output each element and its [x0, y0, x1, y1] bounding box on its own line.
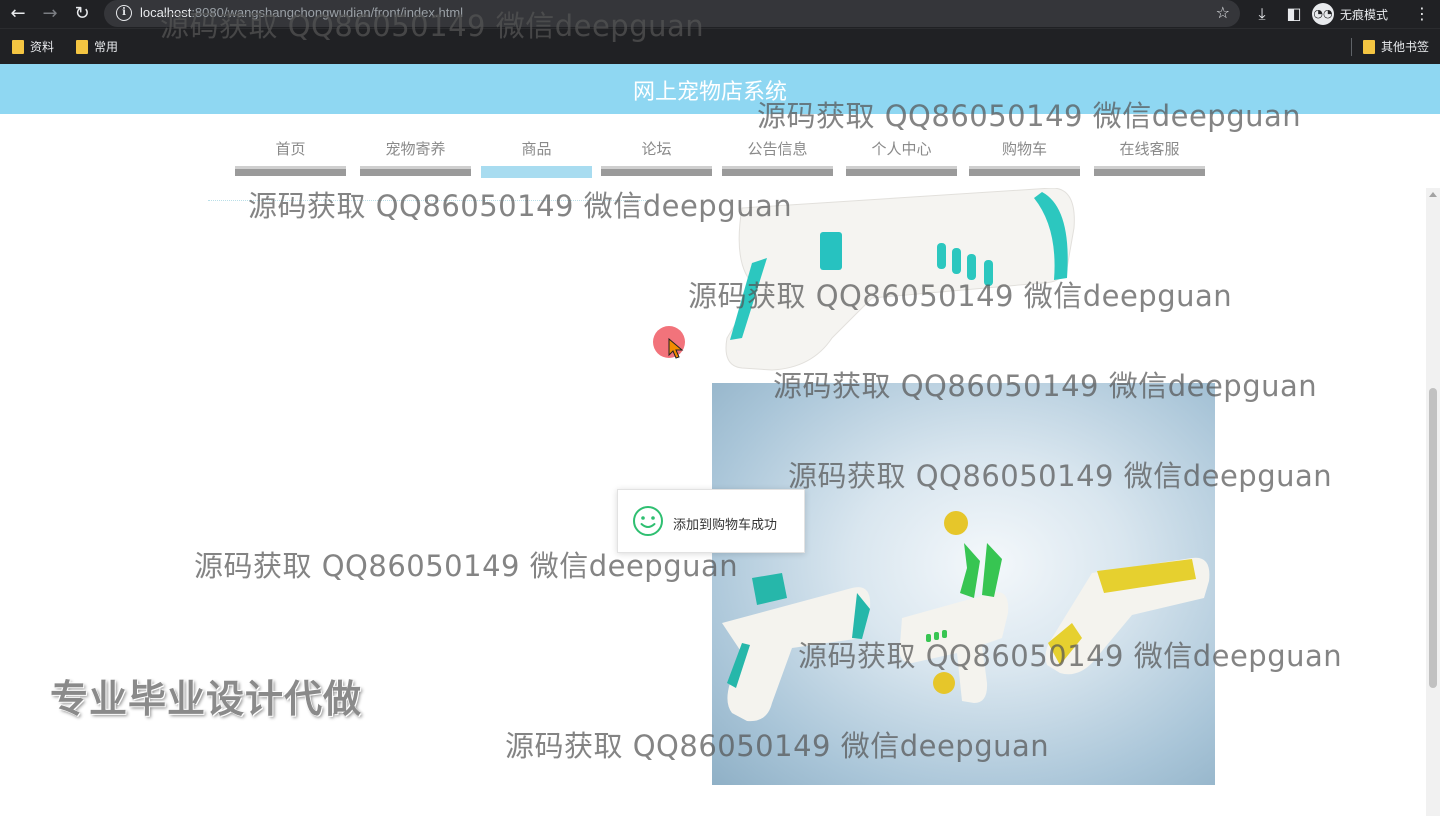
- nav-item-products[interactable]: 商品: [481, 126, 592, 178]
- nav-label: 论坛: [641, 140, 672, 158]
- download-icon[interactable]: ⤓: [1250, 2, 1274, 26]
- site-info-icon[interactable]: i: [116, 5, 132, 21]
- nav-underline: [1094, 166, 1205, 176]
- bookmark-folder-other[interactable]: 其他书签: [1363, 38, 1429, 55]
- bookmark-label: 其他书签: [1381, 40, 1430, 54]
- nav-item-pet-boarding[interactable]: 宠物寄养: [360, 126, 471, 178]
- url-text[interactable]: localhost:8080/wangshangchongwudian/fron…: [140, 5, 463, 20]
- side-panel-icon[interactable]: ◧: [1282, 2, 1306, 26]
- product-image-toy-gun[interactable]: [712, 188, 1112, 378]
- nav-underline: [722, 166, 833, 176]
- nav-underline: [235, 166, 346, 176]
- folder-icon: [1363, 39, 1375, 54]
- promo-overlay-text: 专业毕业设计代做: [50, 677, 363, 721]
- scroll-up-icon[interactable]: [1429, 192, 1437, 197]
- nav-label: 商品: [521, 140, 552, 158]
- incognito-label: 无痕模式: [1340, 7, 1389, 22]
- bookmark-label: 资料: [30, 40, 55, 54]
- nav-item-cart[interactable]: 购物车: [969, 126, 1080, 178]
- nav-label: 在线客服: [1119, 140, 1180, 158]
- folder-icon: [12, 39, 24, 54]
- url-host: localhost: [140, 5, 192, 20]
- nav-label: 公告信息: [747, 140, 808, 158]
- nav-item-profile[interactable]: 个人中心: [846, 126, 957, 178]
- folder-icon: [76, 39, 88, 54]
- nav-underline: [360, 166, 471, 176]
- forward-arrow-icon[interactable]: →: [38, 2, 62, 26]
- toast-notification: 添加到购物车成功: [617, 489, 805, 553]
- site-header: 网上宠物店系统: [0, 64, 1440, 114]
- scrollbar-thumb[interactable]: [1429, 388, 1437, 688]
- bookmarks-bar: 资料 常用 其他书签: [0, 28, 1440, 64]
- product-image-banner[interactable]: [712, 383, 1215, 785]
- incognito-indicator[interactable]: ◔◔ 无痕模式: [1312, 2, 1388, 26]
- nav-label: 宠物寄养: [385, 140, 446, 158]
- mouse-cursor-icon: [668, 338, 684, 359]
- site-title: 网上宠物店系统: [632, 80, 787, 105]
- toast-message: 添加到购物车成功: [673, 518, 778, 533]
- bookmark-folder-resources[interactable]: 资料: [12, 38, 54, 55]
- nav-underline: [969, 166, 1080, 176]
- nav-label: 首页: [275, 140, 306, 158]
- incognito-icon: ◔◔: [1312, 3, 1334, 25]
- smiley-icon: [633, 506, 663, 536]
- menu-kebab-icon[interactable]: ⋮: [1410, 2, 1434, 26]
- url-path: :8080/wangshangchongwudian/front/index.h…: [191, 5, 464, 20]
- nav-item-customer-service[interactable]: 在线客服: [1094, 126, 1205, 178]
- nav-underline: [601, 166, 712, 176]
- nav-underline: [846, 166, 957, 176]
- bookmark-separator: [1351, 38, 1352, 56]
- toy-guns-illustration: [722, 511, 1210, 722]
- browser-toolbar: ← → ↻ i localhost:8080/wangshangchongwud…: [0, 0, 1440, 28]
- bookmark-label: 常用: [94, 40, 119, 54]
- bookmark-folder-common[interactable]: 常用: [76, 38, 118, 55]
- address-bar[interactable]: i localhost:8080/wangshangchongwudian/fr…: [104, 0, 1240, 27]
- nav-item-forum[interactable]: 论坛: [601, 126, 712, 178]
- nav-underline: [481, 166, 592, 178]
- bookmark-star-icon[interactable]: ☆: [1216, 3, 1230, 22]
- page-scrollbar[interactable]: [1426, 188, 1440, 816]
- nav-item-announcements[interactable]: 公告信息: [722, 126, 833, 178]
- reload-icon[interactable]: ↻: [70, 2, 94, 26]
- nav-item-home[interactable]: 首页: [235, 126, 346, 178]
- nav-label: 个人中心: [871, 140, 932, 158]
- back-arrow-icon[interactable]: ←: [6, 2, 30, 26]
- nav-label: 购物车: [1001, 140, 1047, 158]
